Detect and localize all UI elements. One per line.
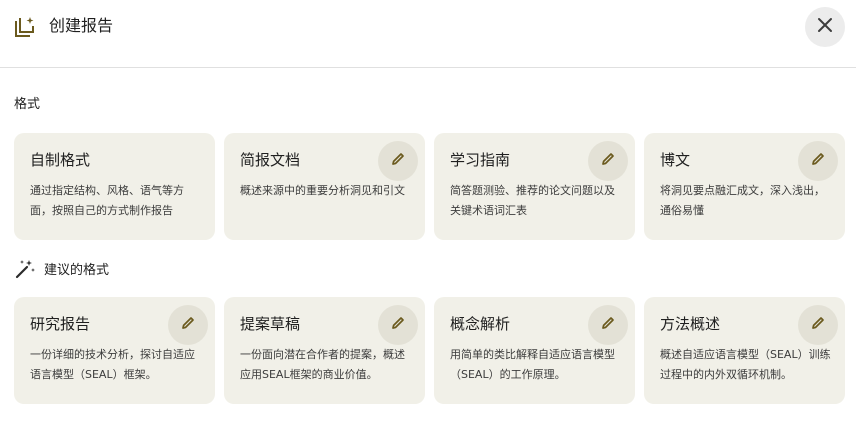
card-title: 研究报告 <box>30 315 91 333</box>
suggested-card-proposal-draft[interactable]: 提案草稿 一份面向潜在合作者的提案，概述应用SEAL框架的商业价值。 <box>224 297 425 404</box>
edit-button[interactable] <box>588 141 628 181</box>
card-description: 用简单的类比解释自适应语言模型（SEAL）的工作原理。 <box>450 348 615 381</box>
card-description: 简答题测验、推荐的论文问题以及关键术语词汇表 <box>450 184 615 217</box>
suggested-card-method-overview[interactable]: 方法概述 概述自适应语言模型（SEAL）训练过程中的内外双循环机制。 <box>644 297 845 404</box>
edit-button[interactable] <box>168 305 208 345</box>
card-title: 自制格式 <box>30 151 91 169</box>
card-description: 一份详细的技术分析，探讨自适应语言模型（SEAL）框架。 <box>30 348 195 381</box>
card-title: 简报文档 <box>240 151 301 169</box>
report-add-icon <box>14 16 36 38</box>
pencil-icon <box>180 315 196 335</box>
magic-wand-icon <box>14 258 36 284</box>
pencil-icon <box>600 315 616 335</box>
suggested-section-title: 建议的格式 <box>44 263 110 278</box>
formats-section-title: 格式 <box>14 97 41 112</box>
card-title: 提案草稿 <box>240 315 301 333</box>
dialog-title: 创建报告 <box>49 16 114 35</box>
edit-button[interactable] <box>378 305 418 345</box>
close-icon <box>817 17 833 37</box>
create-report-dialog: 创建报告 格式 自制格式 通过指定结构、风格、语气等方面，按照自己的方式制作报告… <box>0 0 856 427</box>
card-description: 通过指定结构、风格、语气等方面，按照自己的方式制作报告 <box>30 184 184 217</box>
dialog-header: 创建报告 <box>0 0 856 68</box>
pencil-icon <box>390 315 406 335</box>
edit-button[interactable] <box>588 305 628 345</box>
suggested-section-header: 建议的格式 <box>14 258 109 284</box>
card-title: 博文 <box>660 151 691 169</box>
card-title: 方法概述 <box>660 315 721 333</box>
card-description: 一份面向潜在合作者的提案，概述应用SEAL框架的商业价值。 <box>240 348 405 381</box>
edit-button[interactable] <box>378 141 418 181</box>
format-card-blog-post[interactable]: 博文 将洞见要点融汇成文，深入浅出，通俗易懂 <box>644 133 845 240</box>
pencil-icon <box>810 151 826 171</box>
pencil-icon <box>390 151 406 171</box>
suggested-card-concept-explainer[interactable]: 概念解析 用简单的类比解释自适应语言模型（SEAL）的工作原理。 <box>434 297 635 404</box>
edit-button[interactable] <box>798 141 838 181</box>
pencil-icon <box>810 315 826 335</box>
edit-button[interactable] <box>798 305 838 345</box>
format-card-study-guide[interactable]: 学习指南 简答题测验、推荐的论文问题以及关键术语词汇表 <box>434 133 635 240</box>
pencil-icon <box>600 151 616 171</box>
card-title: 学习指南 <box>450 151 511 169</box>
format-card-briefing[interactable]: 简报文档 概述来源中的重要分析洞见和引文 <box>224 133 425 240</box>
close-button[interactable] <box>805 7 845 47</box>
card-description: 概述自适应语言模型（SEAL）训练过程中的内外双循环机制。 <box>660 348 831 381</box>
suggested-card-research-report[interactable]: 研究报告 一份详细的技术分析，探讨自适应语言模型（SEAL）框架。 <box>14 297 215 404</box>
card-description: 概述来源中的重要分析洞见和引文 <box>240 184 405 197</box>
format-card-custom[interactable]: 自制格式 通过指定结构、风格、语气等方面，按照自己的方式制作报告 <box>14 133 215 240</box>
card-title: 概念解析 <box>450 315 511 333</box>
card-description: 将洞见要点融汇成文，深入浅出，通俗易懂 <box>660 184 825 217</box>
